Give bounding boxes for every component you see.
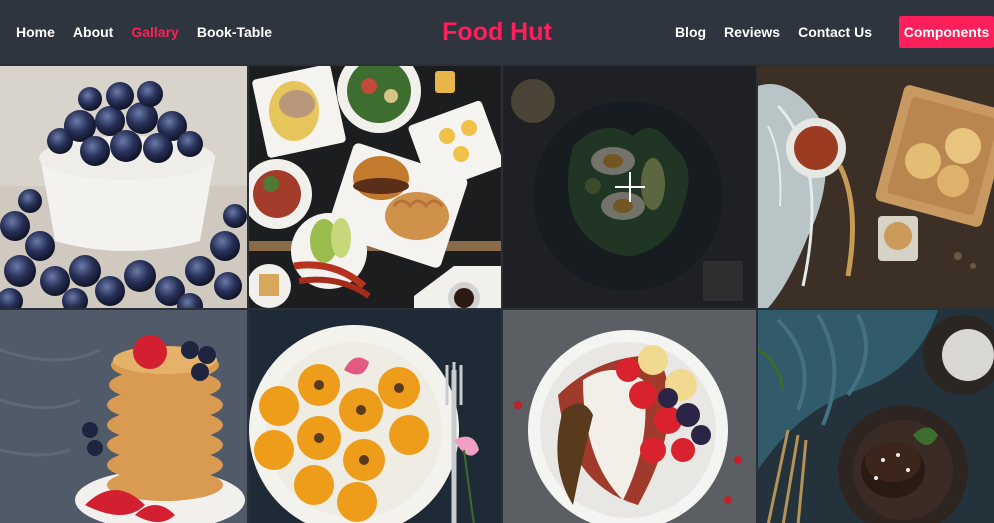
nav-link-gallery[interactable]: Gallary [131, 24, 178, 40]
chocolate-cake-tile[interactable] [758, 310, 994, 523]
citrus-plate-image [249, 310, 501, 523]
nav-left: Home About Gallary Book-Table [16, 0, 272, 64]
chocolate-cake-image [758, 310, 994, 523]
egg-salad-tile[interactable] [503, 66, 756, 308]
brand-logo[interactable]: Food Hut [442, 18, 552, 47]
navbar: Home About Gallary Book-Table Food Hut B… [0, 0, 994, 64]
components-button[interactable]: Components [899, 16, 994, 48]
plus-icon[interactable] [614, 172, 645, 202]
smoothie-bowl-image [503, 310, 756, 523]
tile-hover-overlay [503, 66, 756, 308]
nav-link-book-table[interactable]: Book-Table [197, 24, 272, 40]
burger-spread-tile[interactable] [249, 66, 501, 308]
pancakes-tile[interactable] [0, 310, 247, 523]
nav-link-blog[interactable]: Blog [675, 24, 706, 40]
nav-link-home[interactable]: Home [16, 24, 55, 40]
smoothie-bowl-tile[interactable] [503, 310, 756, 523]
tea-biscuits-tile[interactable] [758, 66, 994, 308]
blueberries-tile[interactable] [0, 66, 247, 308]
nav-link-about[interactable]: About [73, 24, 113, 40]
nav-right: Blog Reviews Contact Us Components [675, 0, 994, 64]
nav-link-contact[interactable]: Contact Us [798, 24, 872, 40]
blueberries-image [0, 66, 247, 308]
tea-biscuits-image [758, 66, 994, 308]
burger-spread-image [249, 66, 501, 308]
pancakes-image [0, 310, 247, 523]
gallery-grid [0, 66, 994, 523]
citrus-plate-tile[interactable] [249, 310, 501, 523]
nav-link-reviews[interactable]: Reviews [724, 24, 780, 40]
